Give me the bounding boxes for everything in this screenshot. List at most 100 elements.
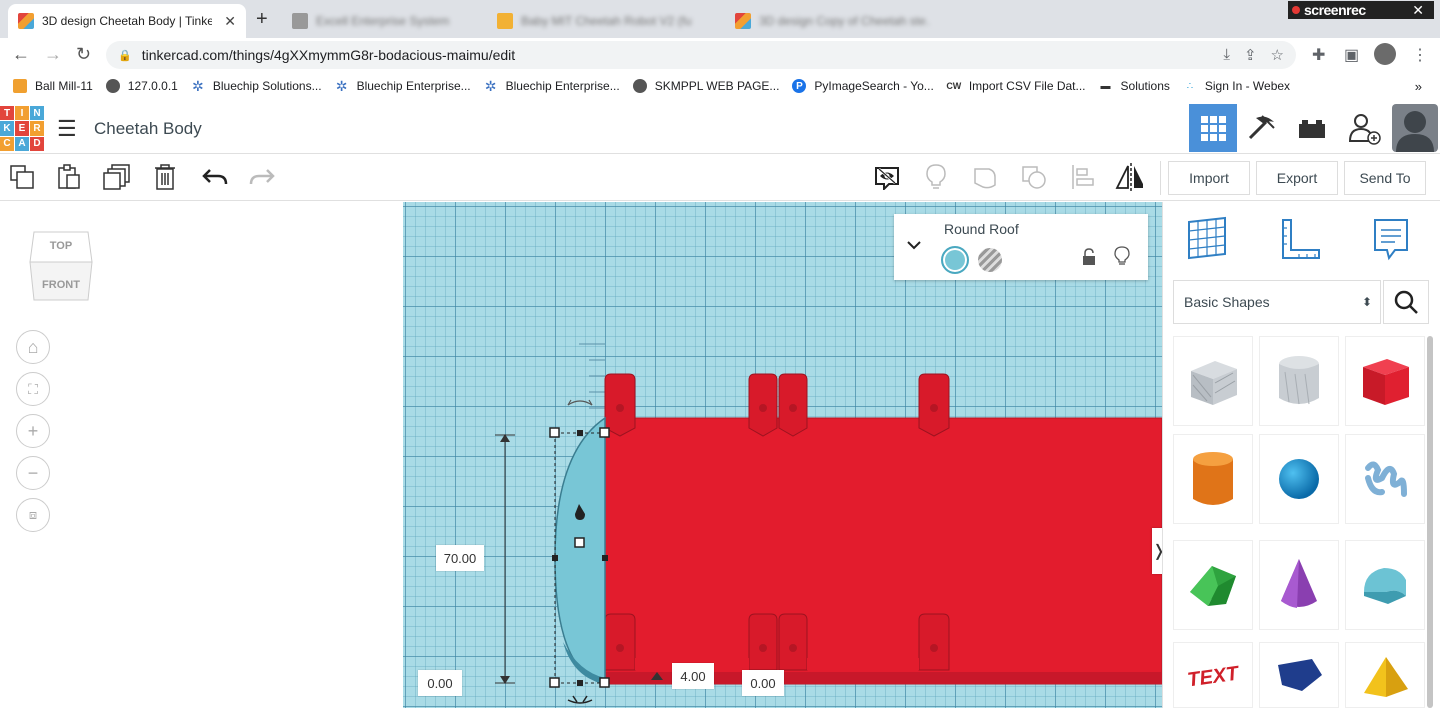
user-silhouette-icon — [1396, 111, 1434, 152]
add-collaborator-button[interactable] — [1340, 104, 1388, 152]
perspective-button[interactable]: ⧈ — [16, 498, 50, 532]
logo-letter: C — [0, 136, 14, 151]
chrome-menu-icon[interactable]: ⋮ — [1412, 45, 1428, 65]
shape-polygon[interactable] — [1259, 642, 1339, 708]
elevation-dimension-label[interactable]: 0.00 — [418, 670, 462, 696]
ruler-ticks — [579, 343, 605, 409]
duplicate-button[interactable] — [103, 163, 131, 191]
view-cube[interactable]: TOP FRONT — [28, 226, 94, 306]
browser-tab-active[interactable]: 3D design Cheetah Body | Tinkercad ✕ — [8, 4, 246, 38]
export-button[interactable]: Export — [1256, 161, 1338, 195]
bookmark-item[interactable]: ✲ Bluechip Enterprise... — [484, 78, 620, 94]
undo-button[interactable] — [201, 163, 229, 191]
bookmark-item[interactable]: CW Import CSV File Dat... — [946, 79, 1085, 93]
shape-cylinder-hole[interactable] — [1259, 336, 1339, 426]
rotate-handle-bottom-icon[interactable] — [567, 699, 593, 704]
profile-avatar[interactable] — [1374, 43, 1396, 65]
reload-icon[interactable]: ↻ — [76, 44, 91, 65]
viewcube-top-label[interactable]: TOP — [50, 240, 72, 252]
shape-box-hole[interactable] — [1173, 336, 1253, 426]
ruler-tool-button[interactable] — [1277, 216, 1321, 262]
tinkercad-logo[interactable]: T I N K E R C A D — [0, 106, 44, 151]
mirror-button[interactable] — [1115, 163, 1143, 191]
group-button[interactable] — [971, 163, 999, 191]
close-tab-icon[interactable]: ✕ — [224, 13, 236, 30]
lock-icon[interactable] — [1082, 248, 1096, 271]
close-icon[interactable]: ✕ — [1412, 2, 1424, 19]
cheetah-body-shape[interactable] — [604, 417, 1162, 685]
blocks-view-button[interactable] — [1238, 104, 1286, 152]
home-view-button[interactable]: ⌂ — [16, 330, 50, 364]
notes-button[interactable] — [922, 163, 950, 191]
shape-inspector: Round Roof — [894, 214, 1148, 280]
shape-box[interactable] — [1345, 336, 1425, 426]
bookmarks-overflow-icon[interactable]: » — [1415, 79, 1422, 94]
shape-category-select[interactable]: Basic Shapes ⬍ — [1173, 280, 1381, 324]
show-all-button[interactable] — [873, 163, 901, 191]
solid-color-swatch[interactable] — [941, 246, 969, 274]
shape-sphere[interactable] — [1259, 434, 1339, 524]
user-avatar[interactable] — [1392, 104, 1438, 152]
round-roof-shape[interactable] — [554, 416, 606, 685]
bookmark-item[interactable]: ✲ Bluechip Enterprise... — [335, 78, 471, 94]
bookmark-star-icon[interactable]: ☆ — [1271, 46, 1284, 64]
bookmark-item[interactable]: P PyImageSearch - Yo... — [792, 79, 934, 93]
shape-roof[interactable] — [1173, 540, 1253, 630]
height-dimension-label[interactable]: 70.00 — [436, 545, 484, 571]
logo-letter: K — [0, 121, 14, 136]
install-icon[interactable]: ⤓ — [1223, 46, 1230, 64]
extensions-icon[interactable]: ✚ — [1312, 45, 1325, 65]
3d-design-view-button[interactable] — [1189, 104, 1237, 152]
light-bulb-icon[interactable] — [1114, 246, 1130, 271]
back-arrow-icon[interactable]: ← — [12, 44, 30, 65]
duplicate-icon — [103, 164, 130, 190]
browser-tab[interactable]: Excell Enterprise System — [292, 4, 492, 38]
shape-round-roof[interactable] — [1345, 540, 1425, 630]
zoom-out-button[interactable]: − — [16, 456, 50, 490]
workplane-tool-button[interactable] — [1185, 216, 1229, 262]
align-button[interactable] — [1069, 163, 1097, 191]
import-button[interactable]: Import — [1168, 161, 1250, 195]
delete-button[interactable] — [151, 163, 179, 191]
send-to-button[interactable]: Send To — [1344, 161, 1426, 195]
hole-swatch[interactable] — [978, 248, 1002, 272]
browser-tab[interactable]: 3D design Copy of Cheetah ste… — [735, 4, 965, 38]
bookmark-item[interactable]: ▬ Solutions — [1099, 79, 1170, 93]
share-icon[interactable]: ⇪ — [1244, 46, 1257, 64]
bookmark-label: Ball Mill-11 — [35, 79, 93, 93]
bookmark-item[interactable]: Ball Mill-11 — [13, 79, 93, 93]
ungroup-button[interactable] — [1020, 163, 1048, 191]
new-tab-button[interactable]: + — [256, 8, 268, 31]
shape-cylinder[interactable] — [1173, 434, 1253, 524]
bookmark-item[interactable]: 127.0.0.1 — [105, 79, 178, 93]
design-list-icon[interactable]: ☰ — [57, 116, 77, 142]
url-field[interactable]: 🔒 tinkercad.com/things/4gXXmymmG8r-bodac… — [106, 41, 1296, 69]
shape-cone[interactable] — [1259, 540, 1339, 630]
copy-button[interactable] — [8, 163, 36, 191]
forward-arrow-icon[interactable]: → — [44, 44, 62, 65]
notes-tool-button[interactable] — [1371, 216, 1415, 262]
design-title[interactable]: Cheetah Body — [94, 119, 202, 139]
side-panel-icon[interactable]: ▣ — [1344, 45, 1359, 65]
bookmark-item[interactable]: ✲ Bluechip Solutions... — [191, 78, 322, 94]
shapes-panel-scrollbar[interactable] — [1427, 336, 1433, 708]
paste-button[interactable] — [55, 163, 83, 191]
shape-scribble[interactable] — [1345, 434, 1425, 524]
zoom-in-button[interactable]: + — [16, 414, 50, 448]
browser-tab[interactable]: Baby MIT Cheetah Robot V2 (fu… — [497, 4, 727, 38]
shape-text[interactable]: TEXT — [1173, 642, 1253, 708]
redo-button[interactable] — [248, 163, 276, 191]
viewcube-front-label[interactable]: FRONT — [42, 279, 80, 291]
plus-icon: + — [27, 420, 39, 441]
tab-favicon — [735, 13, 751, 29]
shape-pyramid[interactable] — [1345, 642, 1425, 708]
fit-view-button[interactable]: ⛶ — [16, 372, 50, 406]
bookmark-item[interactable]: ∴ Sign In - Webex — [1183, 79, 1290, 93]
rotate-handle-icon[interactable] — [567, 400, 593, 406]
bookmark-item[interactable]: SKMPPL WEB PAGE... — [632, 79, 779, 93]
collapse-chevron-icon[interactable] — [906, 238, 922, 254]
offset-dimension-label[interactable]: 0.00 — [742, 670, 784, 696]
shape-search-button[interactable] — [1383, 280, 1429, 324]
width-dimension-label[interactable]: 4.00 — [672, 663, 714, 689]
bricks-view-button[interactable] — [1288, 104, 1336, 152]
